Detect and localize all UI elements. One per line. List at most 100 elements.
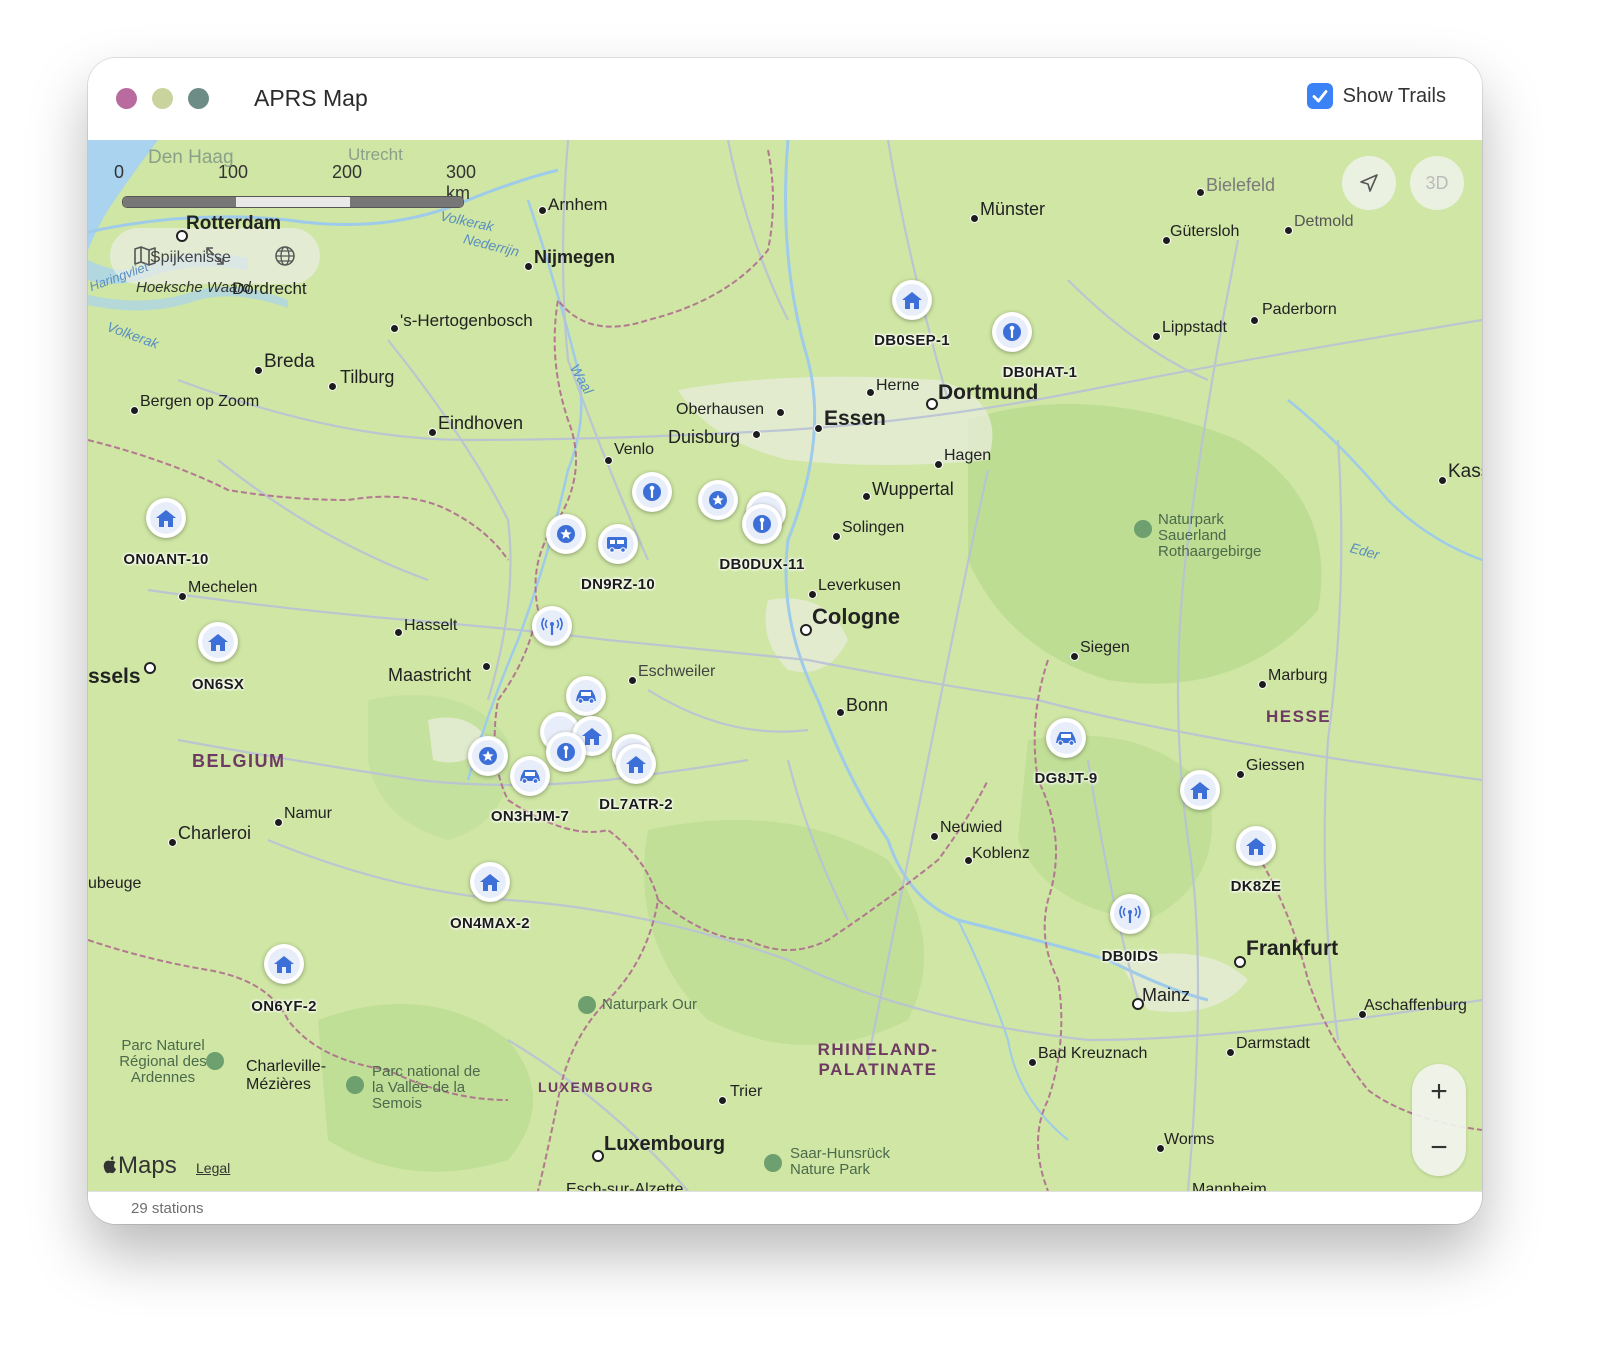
station-marker-dn9rz-10[interactable] — [598, 524, 638, 564]
place-giessen: Giessen — [1246, 757, 1305, 774]
place-cologne: Cologne — [812, 604, 900, 629]
minimize-button[interactable] — [152, 88, 173, 109]
station-marker-db0ids[interactable] — [1110, 894, 1150, 934]
place-tilburg: Tilburg — [340, 367, 395, 387]
place-siegen: Siegen — [1080, 639, 1130, 656]
place-kassel: Kass — [1448, 461, 1482, 482]
station-marker-db0dux-11[interactable] — [742, 504, 782, 544]
place-bielefeld: Bielefeld — [1206, 175, 1276, 195]
park-icon — [206, 1052, 224, 1070]
map-view[interactable]: 0 100 200 300 km 3D + − Den Haag Utrecht… — [88, 140, 1482, 1191]
place-bergen-op-zoom: Bergen op Zoom — [140, 393, 260, 410]
station-label: ON3HJM-7 — [490, 808, 570, 825]
place-rotterdam: Rotterdam — [186, 213, 282, 234]
place-marburg: Marburg — [1268, 667, 1328, 684]
pin-icon — [753, 515, 771, 533]
house-icon — [626, 756, 646, 773]
station-label: DB0SEP-1 — [874, 332, 950, 349]
station-label: ON0ANT-10 — [123, 551, 209, 568]
zoom-in-button[interactable]: + — [1412, 1064, 1466, 1120]
star-icon — [557, 525, 575, 543]
pin-icon — [643, 483, 661, 501]
place-den-haag: Den Haag — [148, 147, 234, 168]
station-marker-star[interactable] — [546, 514, 586, 554]
place-munster: Münster — [980, 199, 1046, 219]
place-spijkenisse: Spijkenisse — [150, 249, 231, 266]
show-trails-toggle[interactable]: Show Trails — [1306, 83, 1446, 109]
location-arrow-icon — [1360, 174, 1378, 192]
window-title: APRS Map — [254, 85, 368, 111]
station-label: DB0IDS — [1101, 948, 1159, 965]
zoom-out-button[interactable]: − — [1412, 1120, 1466, 1176]
apple-icon — [103, 1156, 116, 1174]
place-luxembourg: Luxembourg — [604, 1133, 726, 1155]
house-icon — [480, 874, 500, 891]
globe-icon[interactable] — [263, 234, 307, 278]
park-icon — [346, 1076, 364, 1094]
zoom-control: + − — [1412, 1064, 1466, 1176]
star-icon — [479, 747, 497, 765]
parc-national-semois: Parc national de la Vallée de la Semois — [372, 1063, 481, 1112]
house-icon — [274, 956, 294, 973]
region-belgium: BELGIUM — [192, 751, 286, 771]
station-marker-pin[interactable] — [546, 732, 586, 772]
region-hesse: HESSE — [1266, 707, 1332, 726]
place-oberhausen: Oberhausen — [676, 401, 765, 418]
station-marker-db0sep-1[interactable] — [892, 280, 932, 320]
station-marker-on6sx[interactable] — [198, 622, 238, 662]
station-marker-on3hjm-7[interactable] — [510, 756, 550, 796]
show-trails-label: Show Trails — [1342, 84, 1446, 107]
place-lippstadt: Lippstadt — [1162, 319, 1227, 336]
station-label: ON4MAX-2 — [450, 915, 530, 932]
station-marker-dk8ze[interactable] — [1236, 826, 1276, 866]
place-dordrecht: Dordrecht — [232, 279, 307, 298]
scale-label-0: 0 — [114, 162, 125, 182]
station-marker-on4max-2[interactable] — [470, 862, 510, 902]
legal-link[interactable]: Legal — [196, 1160, 230, 1176]
station-marker-on0ant-10[interactable] — [146, 498, 186, 538]
place-essen: Essen — [824, 407, 886, 430]
station-marker-dg8jt-9[interactable] — [1046, 718, 1086, 758]
show-trails-checkbox[interactable] — [1306, 83, 1333, 109]
naturpark-sauerland: Naturpark Sauerland Rothaargebirge — [1134, 512, 1288, 559]
status-bar: 29 stations — [88, 1191, 1482, 1224]
place-esch-sur-alzette: Esch-sur-Alzette — [566, 1181, 684, 1192]
zoom-window-button[interactable] — [188, 88, 209, 109]
station-marker-house[interactable] — [1180, 770, 1220, 810]
checkmark-icon — [1312, 90, 1328, 103]
saar-hunsruck-park: Saar-Hunsrück Nature Park — [790, 1145, 891, 1178]
place-breda: Breda — [264, 351, 315, 372]
station-marker-car[interactable] — [566, 676, 606, 716]
station-label: DN9RZ-10 — [580, 576, 656, 593]
station-marker-star[interactable] — [468, 736, 508, 776]
car-icon — [520, 770, 540, 784]
naturpark-our: Naturpark Our — [578, 996, 697, 1014]
place-dortmund: Dortmund — [938, 381, 1039, 404]
station-marker-on6yf-2[interactable] — [264, 944, 304, 984]
house-icon — [902, 292, 922, 309]
station-marker-dl7atr-2[interactable] — [616, 744, 656, 784]
3d-button[interactable]: 3D — [1410, 156, 1464, 210]
station-marker-star[interactable] — [698, 480, 738, 520]
close-button[interactable] — [116, 88, 137, 109]
scale-bar-graphic — [122, 196, 464, 208]
place-maastricht: Maastricht — [388, 665, 472, 685]
house-icon — [1246, 838, 1266, 855]
place-charleville-mezieres: Charleville-Mézières — [246, 1058, 327, 1093]
place-mechelen: Mechelen — [188, 579, 258, 596]
place-koblenz: Koblenz — [972, 845, 1030, 862]
park-icon — [764, 1154, 782, 1172]
place-mainz: Mainz — [1142, 985, 1191, 1005]
station-marker-db0hat-1[interactable] — [992, 312, 1032, 352]
station-marker-antenna[interactable] — [532, 606, 572, 646]
station-count: 29 stations — [131, 1200, 204, 1217]
place-hagen: Hagen — [944, 447, 992, 464]
apple-maps-logo: Maps — [102, 1152, 177, 1180]
station-marker-pin[interactable] — [632, 472, 672, 512]
parc-naturel-ardennes: Parc Naturel Régional des Ardennes — [119, 1037, 207, 1086]
place-brussels: ssels — [88, 665, 141, 688]
station-label: DG8JT-9 — [1034, 770, 1098, 787]
place-bad-kreuznach: Bad Kreuznach — [1038, 1045, 1148, 1062]
location-button[interactable] — [1342, 156, 1396, 210]
house-icon — [1190, 782, 1210, 799]
